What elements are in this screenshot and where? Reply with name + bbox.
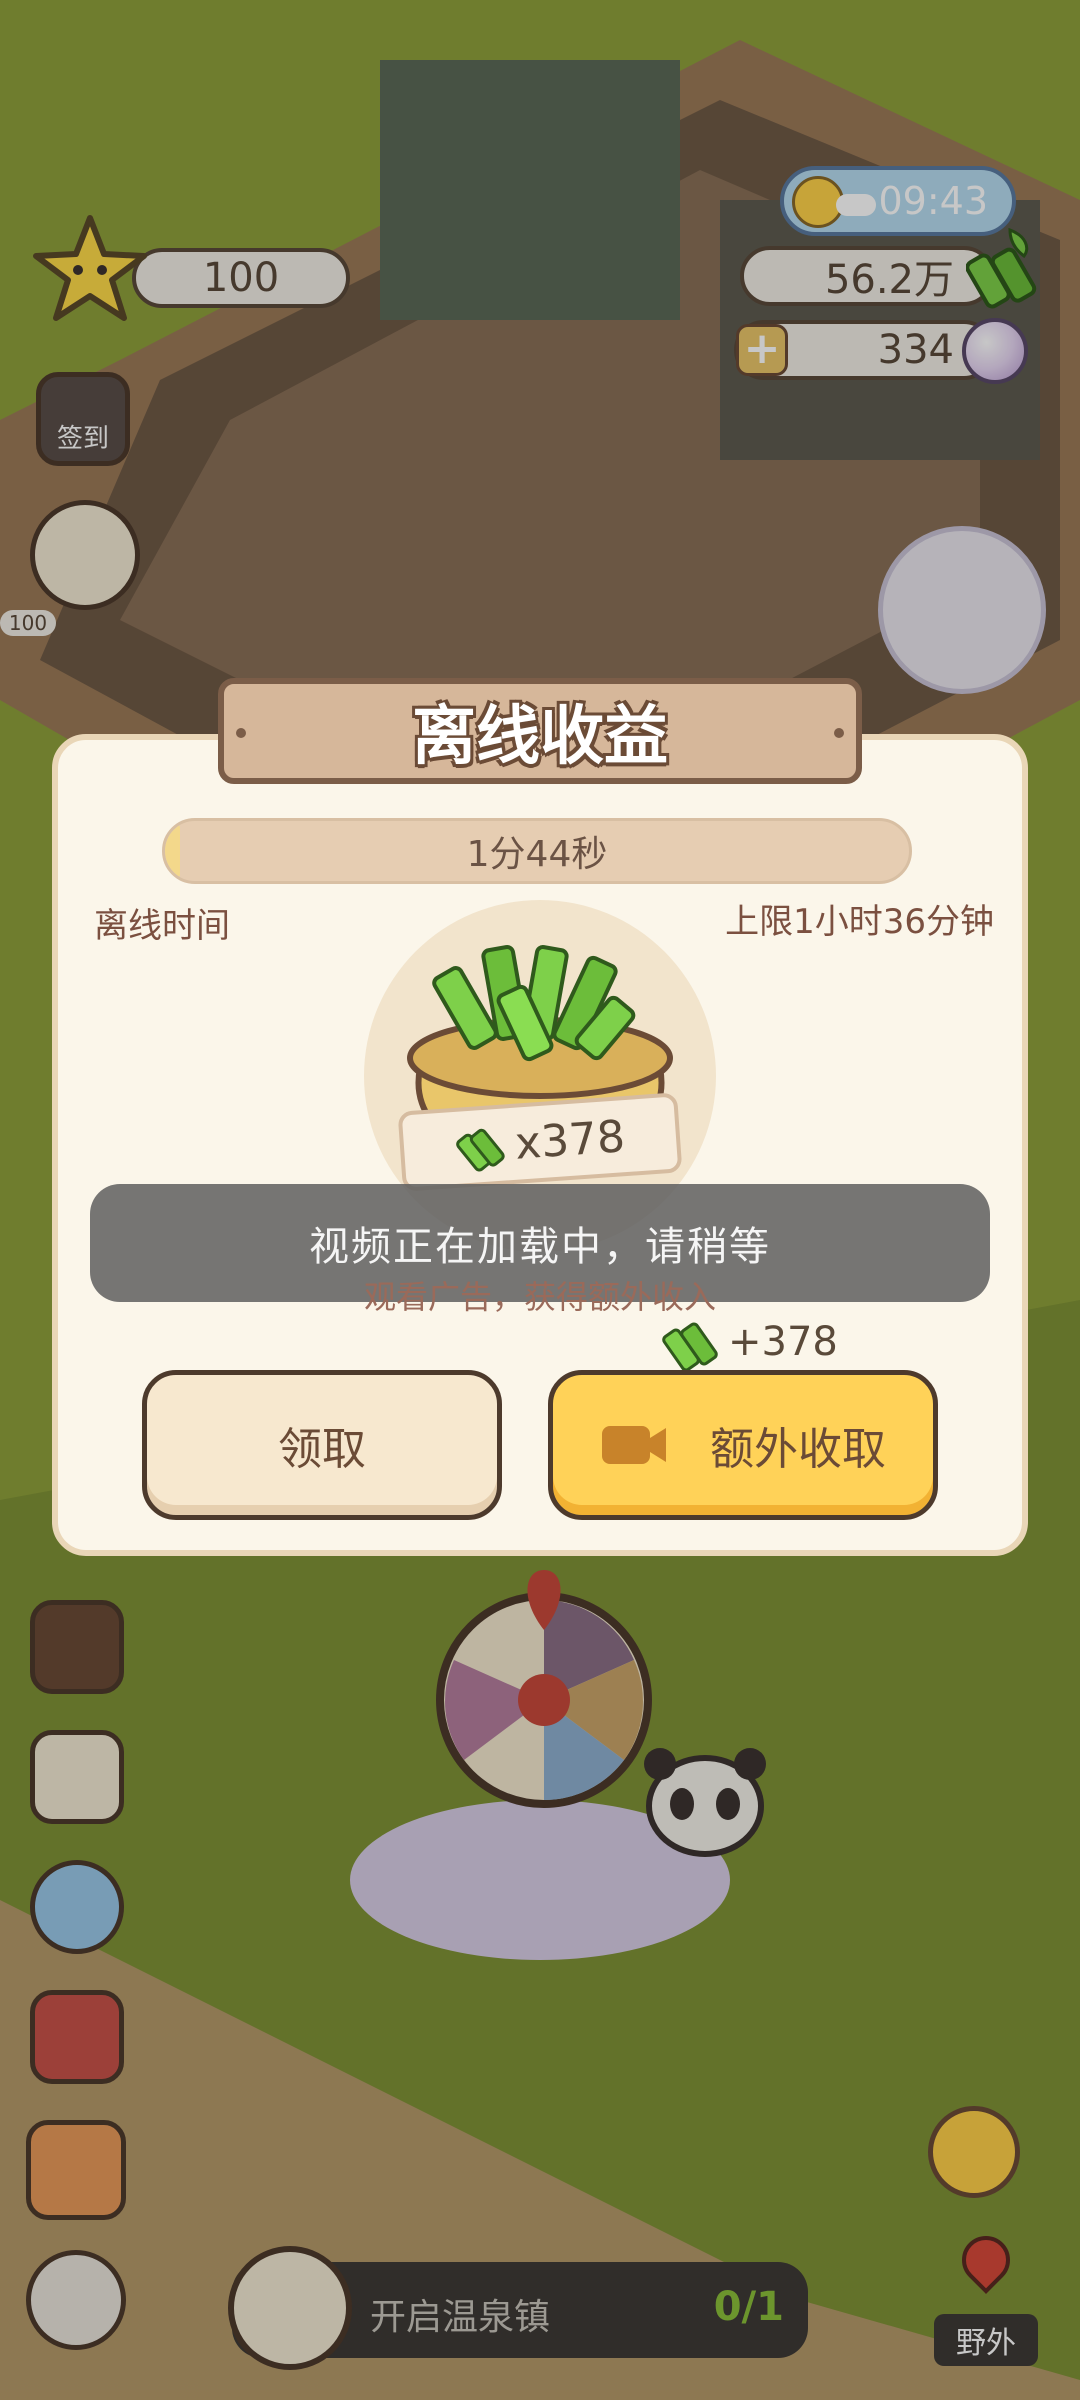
rivet-left-icon	[236, 728, 246, 738]
bonus-reward: +378	[662, 1312, 838, 1372]
dialog-title-plate: 离线收益	[218, 678, 862, 784]
offline-progress-text: 1分44秒	[466, 834, 608, 875]
offline-time-label: 离线时间	[94, 906, 230, 946]
extra-claim-button[interactable]: 额外收取	[548, 1370, 938, 1520]
offline-progress-bar: 1分44秒	[162, 818, 912, 884]
rivet-right-icon	[834, 728, 844, 738]
bamboo-icon	[456, 1128, 505, 1172]
bonus-amount: +378	[728, 1319, 838, 1365]
reward-amount: x378	[513, 1110, 627, 1170]
dialog-title: 离线收益	[412, 700, 668, 774]
claim-label: 领取	[278, 1424, 366, 1475]
video-icon	[602, 1426, 666, 1464]
limit-label: 上限1小时36分钟	[725, 902, 994, 942]
claim-button[interactable]: 领取	[142, 1370, 502, 1520]
extra-claim-label: 额外收取	[710, 1424, 886, 1475]
bamboo-icon	[662, 1322, 718, 1372]
ad-hint-text: 观看广告，获得额外收入	[363, 1278, 716, 1316]
